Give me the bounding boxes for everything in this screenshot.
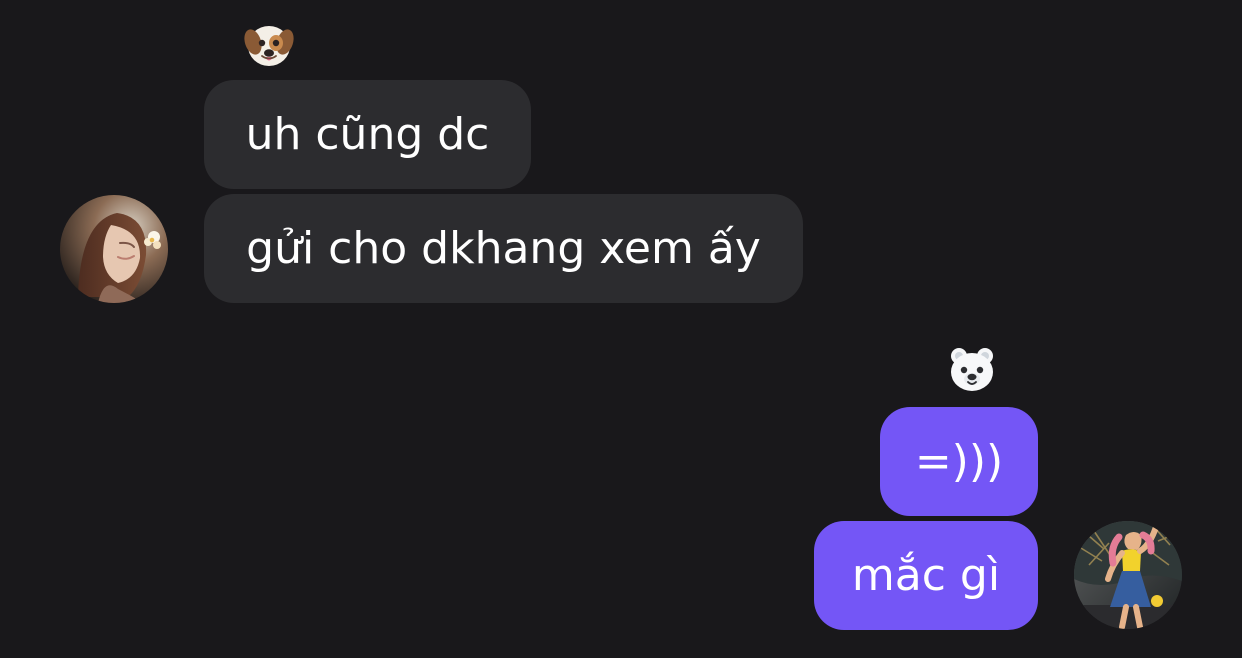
contact-avatar-icon[interactable] bbox=[60, 195, 168, 303]
incoming-message-bubble[interactable]: uh cũng dc bbox=[204, 80, 531, 189]
incoming-message-text: gửi cho dkhang xem ấy bbox=[246, 222, 761, 274]
chat-thread: uh cũng dc gửi cho dkhang xem ấy =))) mắ… bbox=[0, 0, 1242, 658]
dog-face-icon[interactable] bbox=[242, 18, 296, 72]
incoming-message-text: uh cũng dc bbox=[245, 108, 490, 160]
user-avatar-icon[interactable] bbox=[1074, 521, 1182, 629]
outgoing-message-bubble[interactable]: mắc gì bbox=[814, 521, 1038, 630]
incoming-message-bubble[interactable]: gửi cho dkhang xem ấy bbox=[204, 194, 803, 303]
polar-bear-icon[interactable] bbox=[945, 343, 999, 397]
outgoing-message-bubble[interactable]: =))) bbox=[880, 407, 1038, 516]
outgoing-message-text: =))) bbox=[914, 435, 1004, 487]
outgoing-message-text: mắc gì bbox=[851, 549, 1001, 601]
